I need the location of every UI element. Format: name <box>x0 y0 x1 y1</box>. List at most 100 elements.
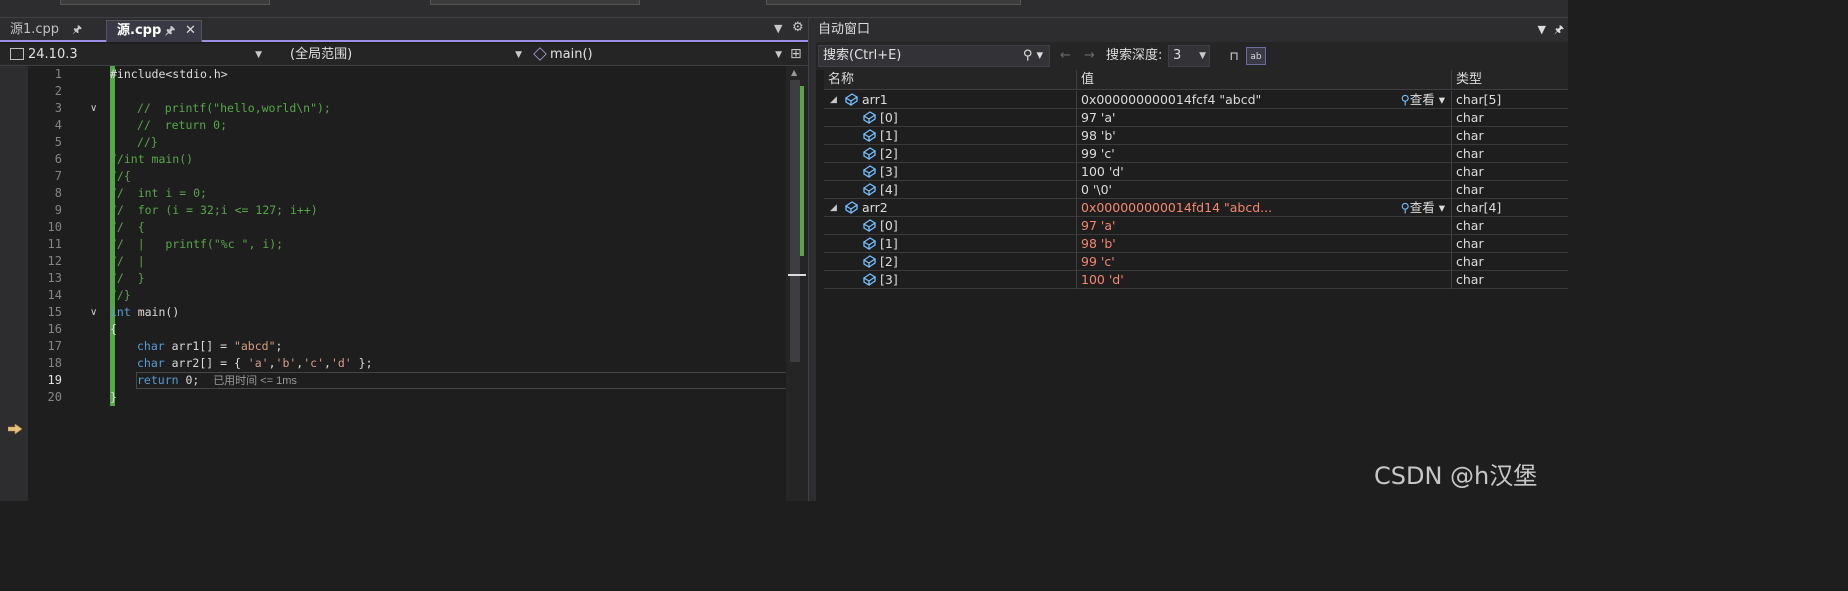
line-number: 11 <box>47 237 62 251</box>
pin-icon[interactable]: 🖈 <box>1554 18 1564 42</box>
search-icon[interactable]: ⚲ ▾ <box>1023 46 1043 66</box>
magnifier-icon: ⚲ <box>1400 92 1410 107</box>
vertical-scrollbar[interactable]: ▲ <box>786 66 808 501</box>
view-button[interactable]: ⚲查看 ▾ <box>1401 199 1445 216</box>
member-dropdown[interactable]: main() ▼ <box>530 45 786 65</box>
code-line: // } <box>110 271 145 285</box>
scroll-up-icon[interactable]: ▲ <box>791 68 797 77</box>
table-row[interactable]: ◢ arr2 0x000000000014fd14 "abcd... ⚲查看 ▾… <box>824 199 1568 217</box>
line-number: 19 <box>47 373 62 387</box>
column-header-name[interactable]: 名称 <box>824 70 854 90</box>
code-line: // | <box>110 254 145 268</box>
pin-icon[interactable]: 🖈 <box>72 20 82 40</box>
code-line: return 0; 已用时间 <= 1ms <box>137 373 297 387</box>
project-icon <box>10 48 24 60</box>
column-header-type[interactable]: 类型 <box>1451 70 1482 90</box>
scope-dropdown[interactable]: (全局范围) ▼ <box>270 45 526 65</box>
fold-chevron-icon[interactable]: ∨ <box>90 100 97 117</box>
pin-column-icon[interactable]: ⊓ <box>1224 47 1244 65</box>
variable-icon <box>862 237 876 250</box>
gear-icon[interactable]: ⚙ <box>792 20 804 35</box>
line-number: 7 <box>54 169 62 183</box>
code-line: char arr2[] = { 'a','b','c','d' }; <box>137 356 373 370</box>
fold-chevron-icon[interactable]: ∨ <box>90 304 97 321</box>
autos-title: 自动窗口 <box>818 22 871 37</box>
code-area[interactable]: 1 2 3 4 5 6 7 8 9 10 11 12 13 14 15 16 1… <box>28 66 812 501</box>
pin-icon[interactable]: 🖈 <box>165 21 175 41</box>
scrollbar-thumb[interactable] <box>790 80 800 362</box>
document-tab-strip: 源1.cpp 🖈 源.cpp 🖈 ✕ ▼ ⚙ <box>0 18 808 42</box>
variable-icon <box>862 255 876 268</box>
line-number: 10 <box>47 220 62 234</box>
code-line: #include<stdio.h> <box>110 67 228 81</box>
current-statement-arrow-icon <box>8 424 22 434</box>
code-line: //{ <box>110 169 131 183</box>
code-line: char arr1[] = "abcd"; <box>137 339 283 353</box>
column-header-value[interactable]: 值 <box>1076 70 1094 90</box>
search-depth-value: 3 <box>1173 48 1182 63</box>
table-row[interactable]: [0] 97 'a' char <box>824 109 1568 127</box>
table-row[interactable]: ◢ arr1 0x000000000014fcf4 "abcd" ⚲查看 ▾ c… <box>824 91 1568 109</box>
line-number: 2 <box>54 84 62 98</box>
table-row[interactable]: [2] 99 'c' char <box>824 253 1568 271</box>
search-placeholder: 搜索(Ctrl+E) <box>823 48 902 63</box>
code-line: { <box>110 322 117 336</box>
line-number: 18 <box>47 356 62 370</box>
toolbar-combo[interactable] <box>430 0 640 5</box>
collapse-triangle-icon[interactable]: ◢ <box>830 200 837 217</box>
code-line: // printf("hello,world\n"); <box>137 101 331 115</box>
line-number: 8 <box>54 186 62 200</box>
line-number: 14 <box>47 288 62 302</box>
watermark: CSDN @h汉堡 <box>1374 462 1538 490</box>
tab-list-dropdown-icon[interactable]: ▼ <box>774 22 782 35</box>
table-row[interactable]: [4] 0 '\0' char <box>824 181 1568 199</box>
tab-source1-cpp[interactable]: 源1.cpp 🖈 <box>0 20 106 42</box>
autos-window: 自动窗口 ▼ 🖈 搜索(Ctrl+E) ⚲ ▾ ← → 搜索深度: 3 ▼ ⊓ … <box>816 18 1568 501</box>
navigation-bar: 24.10.3 ▼ (全局范围) ▼ main() ▼ ⊞ <box>0 44 808 66</box>
autos-title-bar: 自动窗口 ▼ 🖈 <box>816 18 1568 42</box>
breakpoint-gutter[interactable] <box>0 66 28 501</box>
magnifier-icon: ⚲ <box>1400 200 1410 215</box>
table-row[interactable]: [2] 99 'c' char <box>824 145 1568 163</box>
chevron-down-icon: ▼ <box>775 50 782 60</box>
search-depth-dropdown[interactable]: 3 ▼ <box>1168 45 1210 67</box>
top-toolbar-strip <box>0 0 1568 18</box>
close-icon[interactable]: ✕ <box>185 21 196 41</box>
code-line: int main() <box>110 305 180 319</box>
tab-source-cpp[interactable]: 源.cpp 🖈 ✕ <box>106 20 202 42</box>
tab-label: 源1.cpp <box>10 22 60 37</box>
variable-icon <box>862 147 876 160</box>
table-row[interactable]: [1] 98 'b' char <box>824 235 1568 253</box>
line-number: 17 <box>47 339 62 353</box>
toolbar-combo[interactable] <box>60 0 270 5</box>
code-line: // int i = 0; <box>110 186 207 200</box>
scope-name: (全局范围) <box>290 47 353 62</box>
code-line: // for (i = 32;i <= 127; i++) <box>110 203 318 217</box>
toolbar-combo[interactable] <box>766 0 1021 5</box>
variable-icon <box>862 183 876 196</box>
hex-display-icon[interactable]: ab <box>1246 47 1266 65</box>
chevron-down-icon: ▼ <box>1199 51 1206 61</box>
chevron-down-icon: ▼ <box>255 50 262 60</box>
table-row[interactable]: [0] 97 'a' char <box>824 217 1568 235</box>
line-number: 3 <box>54 101 62 115</box>
view-button[interactable]: ⚲查看 ▾ <box>1401 91 1445 108</box>
member-name: main() <box>550 47 593 62</box>
back-arrow-icon[interactable]: ← <box>1060 46 1071 66</box>
pane-splitter[interactable] <box>808 18 816 501</box>
forward-arrow-icon[interactable]: → <box>1084 46 1095 66</box>
search-input[interactable]: 搜索(Ctrl+E) ⚲ ▾ <box>818 45 1050 67</box>
line-number: 20 <box>47 390 62 404</box>
line-number: 6 <box>54 152 62 166</box>
project-dropdown[interactable]: 24.10.3 ▼ <box>10 45 266 65</box>
line-number: 1 <box>54 67 62 81</box>
dropdown-icon[interactable]: ▼ <box>1538 18 1546 42</box>
table-row[interactable]: [3] 100 'd' char <box>824 271 1568 289</box>
code-line: //int main() <box>110 152 194 166</box>
collapse-triangle-icon[interactable]: ◢ <box>830 92 837 109</box>
table-row[interactable]: [1] 98 'b' char <box>824 127 1568 145</box>
split-icon[interactable]: ⊞ <box>790 46 802 62</box>
code-line: // { <box>110 220 145 234</box>
table-row[interactable]: [3] 100 'd' char <box>824 163 1568 181</box>
line-number: 16 <box>47 322 62 336</box>
